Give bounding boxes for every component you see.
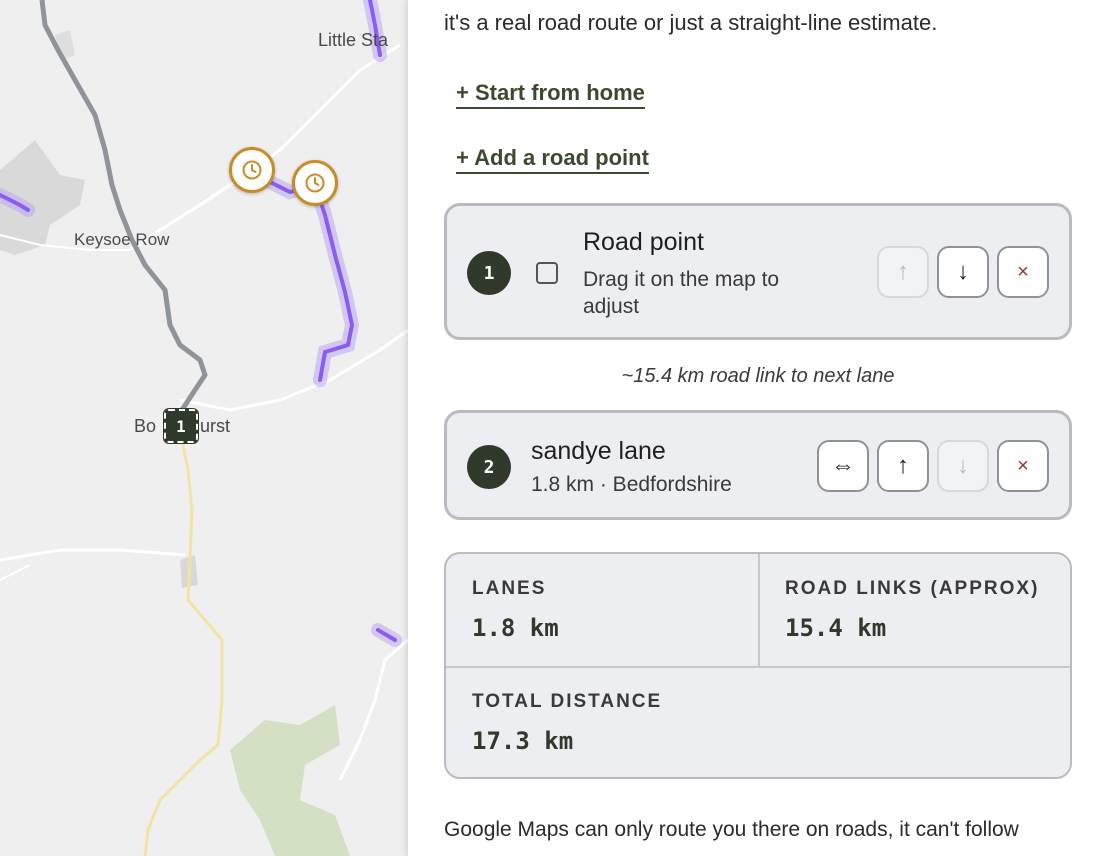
road-point-marker[interactable]: 1	[163, 408, 199, 444]
intro-text: it's a real road route or just a straigh…	[444, 10, 938, 35]
footer-text: Google Maps can only route you there on …	[444, 818, 1019, 841]
move-up-button[interactable]: ↑	[877, 440, 929, 492]
route-panel: it's a real road route or just a straigh…	[408, 0, 1100, 856]
stop-subtitle: 1.8 km · Bedfordshire	[531, 473, 732, 496]
map-label-bo: Bo	[134, 416, 157, 436]
clock-icon	[305, 173, 325, 193]
clock-marker[interactable]	[229, 147, 275, 193]
divider	[446, 666, 1070, 668]
reverse-direction-button[interactable]: ⇔	[817, 440, 869, 492]
stop-number-badge: 1	[467, 251, 511, 295]
move-down-button[interactable]: ↓	[937, 440, 989, 492]
map-canvas[interactable]: Little Sta Keysoe Row Bo urst 1	[0, 0, 408, 856]
clock-icon	[242, 160, 262, 180]
remove-stop-button[interactable]: ×	[997, 440, 1049, 492]
stop-card-road-point[interactable]: 1 Road point Drag it on the map to adjus…	[444, 203, 1072, 340]
swap-horizontal-icon: ⇔	[831, 452, 855, 479]
arrow-up-icon: ↑	[897, 452, 909, 479]
remove-stop-button[interactable]: ×	[997, 246, 1049, 298]
lanes-value: 1.8 km	[472, 614, 559, 642]
map-label-little-sta: Little Sta	[318, 30, 389, 50]
distance-summary: LANES 1.8 km ROAD LINKS (APPROX) 15.4 km…	[444, 552, 1072, 779]
stop-number-badge: 2	[467, 445, 511, 489]
map-label-urst: urst	[200, 416, 231, 436]
woods-patch	[230, 705, 350, 856]
stop-checkbox[interactable]	[536, 262, 558, 284]
arrow-up-icon: ↑	[897, 258, 909, 285]
road-links-value: 15.4 km	[785, 614, 887, 642]
arrow-down-icon: ↓	[957, 452, 969, 479]
stop-subtitle: Drag it on the map to adjust	[583, 268, 780, 318]
total-distance-label: TOTAL DISTANCE	[472, 691, 663, 712]
stop-card-sandye-lane[interactable]: 2 sandye lane 1.8 km · Bedfordshire ⇔ ↑ …	[444, 410, 1072, 520]
start-from-home-button[interactable]: + Start from home	[456, 80, 645, 109]
map-label-keysoe-row: Keysoe Row	[74, 230, 170, 249]
road-link-note: ~15.4 km road link to next lane	[621, 365, 895, 387]
close-icon: ×	[1017, 260, 1029, 283]
arrow-down-icon: ↓	[957, 258, 969, 285]
stop-title: Road point	[583, 228, 704, 256]
total-distance-value: 17.3 km	[472, 727, 574, 755]
road-links-label: ROAD LINKS (APPROX)	[785, 578, 1040, 599]
add-road-point-button[interactable]: + Add a road point	[456, 145, 649, 174]
stop-title: sandye lane	[531, 437, 666, 465]
move-up-button[interactable]: ↑	[877, 246, 929, 298]
clock-marker[interactable]	[292, 160, 338, 206]
move-down-button[interactable]: ↓	[937, 246, 989, 298]
lanes-label: LANES	[472, 578, 547, 599]
divider	[758, 554, 760, 666]
close-icon: ×	[1017, 454, 1029, 477]
